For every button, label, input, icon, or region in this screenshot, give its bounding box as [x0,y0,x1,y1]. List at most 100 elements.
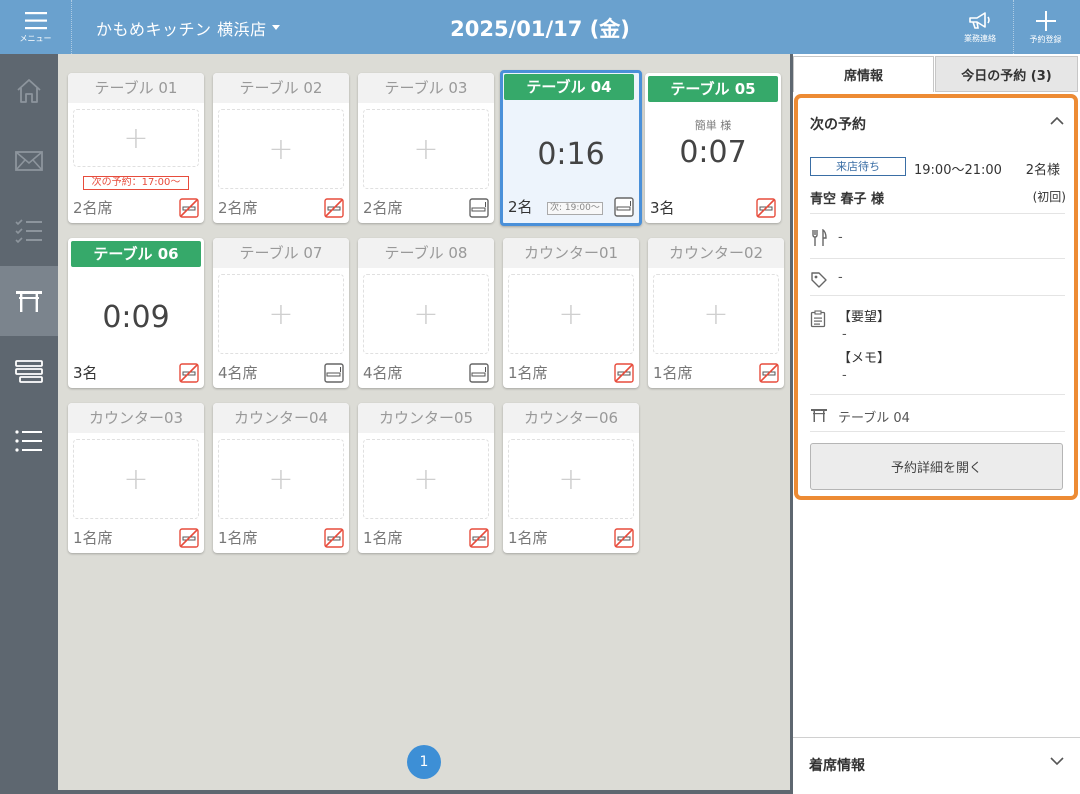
sidebar-item-mail[interactable] [0,126,58,196]
table-name: カウンター01 [503,238,639,268]
sidebar [0,54,58,794]
empty-seat-area: + [363,274,489,354]
seat-count: 2名席 [73,199,113,217]
table-name: テーブル 03 [358,73,494,103]
counter-card-06[interactable]: カウンター06 + 1名席 [503,403,639,553]
sidebar-item-checklist[interactable] [0,196,58,266]
page-indicator[interactable]: 1 [407,745,441,779]
mail-icon [15,151,43,171]
status-badge: 来店待ち [810,157,906,176]
table-card-03[interactable]: テーブル 03 + 2名席 [358,73,494,223]
seat-count: 1名席 [653,364,693,382]
table-card-08[interactable]: テーブル 08 + 4名席 [358,238,494,388]
empty-seat-area: + [73,109,199,167]
sidebar-item-tables[interactable] [0,266,58,336]
home-icon [17,79,41,103]
checklist-icon [15,219,42,244]
table-grid: テーブル 01 + 次の予約：17:00～ 2名席 テーブル 02 + 2名席 … [58,54,790,790]
tag-value: - [838,270,843,285]
table-name: カウンター06 [503,403,639,433]
course-value: - [838,230,843,245]
menu-label: メニュー [19,33,52,43]
empty-seat-area: + [73,439,199,519]
counter-card-02[interactable]: カウンター02 + 1名席 [648,238,784,388]
empty-seat-area: + [363,109,489,189]
seat-count: 2名席 [218,199,258,217]
smoking-icon [469,363,489,383]
reservation-time: 19:00～21:00 [914,163,1002,178]
counter-card-03[interactable]: カウンター03 + 1名席 [68,403,204,553]
no-smoking-icon [614,363,634,383]
next-reservation-panel: 次の予約 来店待ち 19:00～21:00 2名様 青空 春子 様 (初回) -… [794,94,1078,500]
sidebar-item-layers[interactable] [0,336,58,406]
store-name: かもめキッチン 横浜店 [96,20,267,39]
no-smoking-icon [179,528,199,548]
table-name: カウンター03 [68,403,204,433]
seat-count: 4名席 [363,364,403,382]
no-smoking-icon [614,528,634,548]
counter-card-04[interactable]: カウンター04 + 1名席 [213,403,349,553]
divider [810,295,1065,296]
guest-count: 3名 [650,199,675,217]
empty-seat-area: + [218,274,344,354]
table-name: テーブル 02 [213,73,349,103]
tag-icon [811,272,827,288]
seat-count: 1名席 [508,529,548,547]
empty-seat-area: + [218,109,344,189]
request-label: 【要望】 [838,310,891,325]
guest-count: 2名 [508,198,533,216]
visit-count: (初回) [1032,190,1066,204]
table-name: テーブル 05 [648,76,778,102]
chevron-up-icon[interactable] [1050,116,1064,125]
table-name: テーブル 07 [213,238,349,268]
smoking-icon [614,197,634,217]
table-name: テーブル 08 [358,238,494,268]
seat-info-section[interactable]: 着席情報 [793,737,1080,792]
table-card-02[interactable]: テーブル 02 + 2名席 [213,73,349,223]
counter-card-05[interactable]: カウンター05 + 1名席 [358,403,494,553]
cutlery-icon [812,229,827,246]
app-header: メニュー かもめキッチン 横浜店 2025/01/17 (金) 業務連絡 予約登… [0,0,1080,54]
table-name: テーブル 04 [504,74,634,100]
chevron-down-icon[interactable] [1050,757,1064,766]
no-smoking-icon [324,198,344,218]
table-name: カウンター02 [648,238,784,268]
table-name: テーブル 06 [71,241,201,267]
table-card-04[interactable]: テーブル 04 0:16 2名 次: 19:00～ [500,70,642,226]
memo-value: - [842,368,847,383]
divider [810,258,1065,259]
table-card-01[interactable]: テーブル 01 + 次の予約：17:00～ 2名席 [68,73,204,223]
divider [810,213,1065,214]
sidebar-item-home[interactable] [0,56,58,126]
elapsed-timer: 0:09 [102,300,170,335]
layers-icon [15,360,43,383]
table-icon [811,409,827,422]
empty-seat-area: + [508,439,634,519]
tab-seat-info[interactable]: 席情報 [793,56,934,92]
guest-name: 簡単 様 [694,119,732,132]
assigned-table: テーブル 04 [838,411,910,426]
no-smoking-icon [179,363,199,383]
next-reservation-title: 次の予約 [810,117,866,133]
divider [810,394,1065,395]
tab-today-reservations[interactable]: 今日の予約 (3) [935,56,1078,92]
counter-card-01[interactable]: カウンター01 + 1名席 [503,238,639,388]
empty-seat-area: + [218,439,344,519]
add-reservation-button[interactable]: 予約登録 [1013,0,1077,54]
no-smoking-icon [469,528,489,548]
party-size: 2名様 [1025,163,1060,178]
table-card-06[interactable]: テーブル 06 0:09 3名 [68,238,204,388]
next-reservation-badge: 次: 19:00～ [547,202,603,215]
sidebar-item-list[interactable] [0,406,58,476]
empty-seat-area: + [508,274,634,354]
caret-down-icon [271,25,280,30]
seat-count: 4名席 [218,364,258,382]
divider [810,431,1065,432]
contact-button[interactable]: 業務連絡 [948,0,1012,54]
table-card-05[interactable]: テーブル 05 簡単 様 0:07 3名 [645,73,781,223]
seat-count: 1名席 [508,364,548,382]
menu-button[interactable]: メニュー [0,0,72,54]
open-reservation-button[interactable]: 予約詳細を開く [810,443,1063,490]
store-selector[interactable]: かもめキッチン 横浜店 [96,16,281,40]
table-card-07[interactable]: テーブル 07 + 4名席 [213,238,349,388]
